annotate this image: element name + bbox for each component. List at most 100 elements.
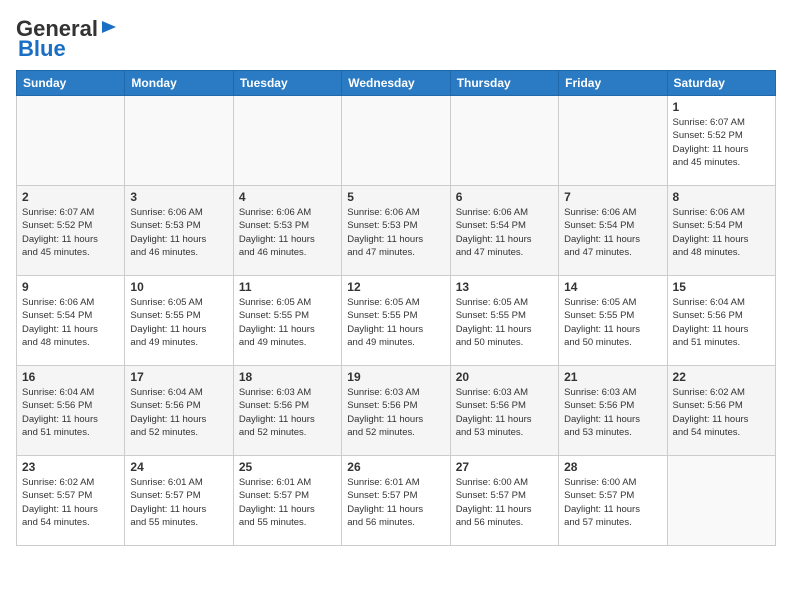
calendar-cell: 24 Sunrise: 6:01 AM Sunset: 5:57 PM Dayli… xyxy=(125,456,233,546)
weekday-header-thursday: Thursday xyxy=(450,71,558,96)
day-info: Sunrise: 6:04 AM Sunset: 5:56 PM Dayligh… xyxy=(22,386,119,439)
day-info: Sunrise: 6:00 AM Sunset: 5:57 PM Dayligh… xyxy=(564,476,661,529)
calendar-cell: 1 Sunrise: 6:07 AM Sunset: 5:52 PM Daylig… xyxy=(667,96,775,186)
day-number: 19 xyxy=(347,370,444,384)
day-number: 22 xyxy=(673,370,770,384)
day-info: Sunrise: 6:07 AM Sunset: 5:52 PM Dayligh… xyxy=(22,206,119,259)
day-info: Sunrise: 6:05 AM Sunset: 5:55 PM Dayligh… xyxy=(564,296,661,349)
day-info: Sunrise: 6:05 AM Sunset: 5:55 PM Dayligh… xyxy=(347,296,444,349)
calendar-cell: 18 Sunrise: 6:03 AM Sunset: 5:56 PM Dayli… xyxy=(233,366,341,456)
calendar-cell xyxy=(125,96,233,186)
calendar-week-row: 1 Sunrise: 6:07 AM Sunset: 5:52 PM Daylig… xyxy=(17,96,776,186)
calendar-cell: 21Sunrise: 6:03 AM Sunset: 5:56 PM Dayli… xyxy=(559,366,667,456)
day-number: 5 xyxy=(347,190,444,204)
day-info: Sunrise: 6:07 AM Sunset: 5:52 PM Dayligh… xyxy=(673,116,770,169)
day-info: Sunrise: 6:06 AM Sunset: 5:53 PM Dayligh… xyxy=(239,206,336,259)
day-number: 24 xyxy=(130,460,227,474)
calendar-cell: 3 Sunrise: 6:06 AM Sunset: 5:53 PM Daylig… xyxy=(125,186,233,276)
calendar-week-row: 16 Sunrise: 6:04 AM Sunset: 5:56 PM Dayli… xyxy=(17,366,776,456)
day-number: 12 xyxy=(347,280,444,294)
day-info: Sunrise: 6:06 AM Sunset: 5:54 PM Dayligh… xyxy=(456,206,553,259)
calendar-cell: 15 Sunrise: 6:04 AM Sunset: 5:56 PM Dayli… xyxy=(667,276,775,366)
day-number: 16 xyxy=(22,370,119,384)
calendar-cell: 16 Sunrise: 6:04 AM Sunset: 5:56 PM Dayli… xyxy=(17,366,125,456)
day-info: Sunrise: 6:03 AM Sunset: 5:56 PM Dayligh… xyxy=(456,386,553,439)
day-info: Sunrise: 6:03 AM Sunset: 5:56 PM Dayligh… xyxy=(239,386,336,439)
calendar-cell xyxy=(559,96,667,186)
calendar-week-row: 9 Sunrise: 6:06 AM Sunset: 5:54 PM Daylig… xyxy=(17,276,776,366)
day-number: 1 xyxy=(673,100,770,114)
calendar-cell: 6 Sunrise: 6:06 AM Sunset: 5:54 PM Daylig… xyxy=(450,186,558,276)
day-number: 26 xyxy=(347,460,444,474)
weekday-header-wednesday: Wednesday xyxy=(342,71,450,96)
calendar-cell: 14 Sunrise: 6:05 AM Sunset: 5:55 PM Dayli… xyxy=(559,276,667,366)
day-number: 3 xyxy=(130,190,227,204)
day-info: Sunrise: 6:06 AM Sunset: 5:54 PM Dayligh… xyxy=(673,206,770,259)
day-number: 13 xyxy=(456,280,553,294)
day-number: 9 xyxy=(22,280,119,294)
day-number: 2 xyxy=(22,190,119,204)
calendar-cell: 17 Sunrise: 6:04 AM Sunset: 5:56 PM Dayli… xyxy=(125,366,233,456)
page-header: General Blue xyxy=(16,16,776,62)
day-info: Sunrise: 6:06 AM Sunset: 5:54 PM Dayligh… xyxy=(564,206,661,259)
calendar-week-row: 2 Sunrise: 6:07 AM Sunset: 5:52 PM Daylig… xyxy=(17,186,776,276)
day-info: Sunrise: 6:06 AM Sunset: 5:53 PM Dayligh… xyxy=(130,206,227,259)
day-number: 6 xyxy=(456,190,553,204)
calendar-cell xyxy=(450,96,558,186)
calendar-table: SundayMondayTuesdayWednesdayThursdayFrid… xyxy=(16,70,776,546)
day-info: Sunrise: 6:00 AM Sunset: 5:57 PM Dayligh… xyxy=(456,476,553,529)
weekday-header-saturday: Saturday xyxy=(667,71,775,96)
day-info: Sunrise: 6:05 AM Sunset: 5:55 PM Dayligh… xyxy=(456,296,553,349)
calendar-cell: 8 Sunrise: 6:06 AM Sunset: 5:54 PM Daylig… xyxy=(667,186,775,276)
calendar-cell: 26 Sunrise: 6:01 AM Sunset: 5:57 PM Dayli… xyxy=(342,456,450,546)
calendar-cell: 28 Sunrise: 6:00 AM Sunset: 5:57 PM Dayli… xyxy=(559,456,667,546)
day-number: 8 xyxy=(673,190,770,204)
calendar-cell xyxy=(17,96,125,186)
day-info: Sunrise: 6:04 AM Sunset: 5:56 PM Dayligh… xyxy=(130,386,227,439)
calendar-cell: 22 Sunrise: 6:02 AM Sunset: 5:56 PM Dayli… xyxy=(667,366,775,456)
calendar-cell: 10 Sunrise: 6:05 AM Sunset: 5:55 PM Dayli… xyxy=(125,276,233,366)
logo-blue-text: Blue xyxy=(18,36,66,62)
calendar-cell: 5 Sunrise: 6:06 AM Sunset: 5:53 PM Daylig… xyxy=(342,186,450,276)
calendar-cell: 9 Sunrise: 6:06 AM Sunset: 5:54 PM Daylig… xyxy=(17,276,125,366)
calendar-cell xyxy=(667,456,775,546)
weekday-header-sunday: Sunday xyxy=(17,71,125,96)
calendar-cell: 23Sunrise: 6:02 AM Sunset: 5:57 PM Dayli… xyxy=(17,456,125,546)
day-number: 15 xyxy=(673,280,770,294)
day-number: 18 xyxy=(239,370,336,384)
calendar-cell: 27Sunrise: 6:00 AM Sunset: 5:57 PM Dayli… xyxy=(450,456,558,546)
day-info: Sunrise: 6:03 AM Sunset: 5:56 PM Dayligh… xyxy=(564,386,661,439)
calendar-cell: 12 Sunrise: 6:05 AM Sunset: 5:55 PM Dayli… xyxy=(342,276,450,366)
logo-flag-icon xyxy=(100,19,118,35)
day-number: 17 xyxy=(130,370,227,384)
day-number: 20 xyxy=(456,370,553,384)
weekday-header-friday: Friday xyxy=(559,71,667,96)
calendar-cell xyxy=(233,96,341,186)
calendar-cell: 13 Sunrise: 6:05 AM Sunset: 5:55 PM Dayli… xyxy=(450,276,558,366)
day-number: 28 xyxy=(564,460,661,474)
calendar-cell: 7 Sunrise: 6:06 AM Sunset: 5:54 PM Daylig… xyxy=(559,186,667,276)
day-info: Sunrise: 6:06 AM Sunset: 5:54 PM Dayligh… xyxy=(22,296,119,349)
day-info: Sunrise: 6:02 AM Sunset: 5:56 PM Dayligh… xyxy=(673,386,770,439)
day-info: Sunrise: 6:03 AM Sunset: 5:56 PM Dayligh… xyxy=(347,386,444,439)
day-number: 25 xyxy=(239,460,336,474)
day-number: 7 xyxy=(564,190,661,204)
calendar-cell: 19 Sunrise: 6:03 AM Sunset: 5:56 PM Dayli… xyxy=(342,366,450,456)
day-info: Sunrise: 6:01 AM Sunset: 5:57 PM Dayligh… xyxy=(347,476,444,529)
logo: General Blue xyxy=(16,16,118,62)
day-info: Sunrise: 6:05 AM Sunset: 5:55 PM Dayligh… xyxy=(239,296,336,349)
day-number: 23 xyxy=(22,460,119,474)
day-info: Sunrise: 6:04 AM Sunset: 5:56 PM Dayligh… xyxy=(673,296,770,349)
day-info: Sunrise: 6:05 AM Sunset: 5:55 PM Dayligh… xyxy=(130,296,227,349)
day-number: 14 xyxy=(564,280,661,294)
weekday-header-tuesday: Tuesday xyxy=(233,71,341,96)
calendar-cell: 4 Sunrise: 6:06 AM Sunset: 5:53 PM Daylig… xyxy=(233,186,341,276)
calendar-cell: 25Sunrise: 6:01 AM Sunset: 5:57 PM Dayli… xyxy=(233,456,341,546)
day-number: 10 xyxy=(130,280,227,294)
day-info: Sunrise: 6:01 AM Sunset: 5:57 PM Dayligh… xyxy=(130,476,227,529)
day-info: Sunrise: 6:06 AM Sunset: 5:53 PM Dayligh… xyxy=(347,206,444,259)
day-number: 4 xyxy=(239,190,336,204)
calendar-cell: 2 Sunrise: 6:07 AM Sunset: 5:52 PM Daylig… xyxy=(17,186,125,276)
calendar-week-row: 23Sunrise: 6:02 AM Sunset: 5:57 PM Dayli… xyxy=(17,456,776,546)
weekday-header-row: SundayMondayTuesdayWednesdayThursdayFrid… xyxy=(17,71,776,96)
